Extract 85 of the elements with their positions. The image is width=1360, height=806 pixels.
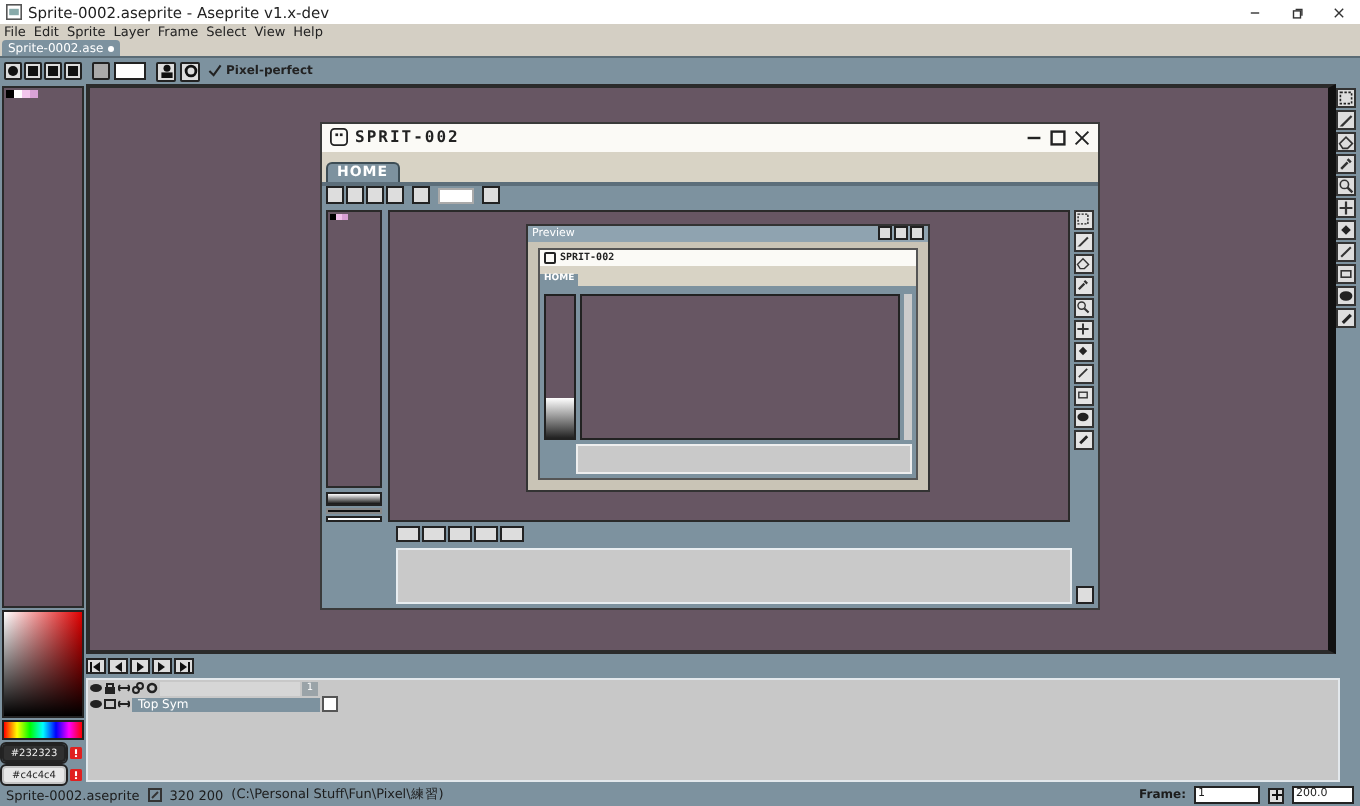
sprite-title: SPRIT-002 (355, 128, 460, 146)
toolbar-square (365, 186, 383, 204)
tool-button[interactable] (1336, 176, 1356, 196)
toolbar-square (325, 186, 343, 204)
hue-bar[interactable] (2, 720, 84, 740)
gradient-swatch (546, 397, 574, 437)
tool-button[interactable] (1336, 88, 1356, 108)
monitor-icon (544, 251, 556, 263)
palette-swatch[interactable] (22, 90, 30, 98)
skip-icon (156, 661, 168, 671)
toolbar-square (1075, 585, 1093, 603)
brush-type-button[interactable] (4, 62, 22, 80)
monitor-icon (329, 128, 347, 146)
rectangle-icon (1338, 266, 1354, 282)
bucket-icon (1076, 344, 1090, 358)
gear-icon (183, 64, 197, 78)
plus-icon (1271, 790, 1281, 800)
zoom-button[interactable] (1268, 787, 1284, 803)
tool-button[interactable] (1336, 220, 1356, 240)
playback-button[interactable] (174, 658, 194, 674)
pencil-icon (1076, 234, 1090, 248)
eyedropper-icon (1076, 278, 1090, 292)
playback-button[interactable] (108, 658, 128, 674)
gear-icon (146, 682, 158, 694)
link-icon (132, 682, 144, 694)
tool-button[interactable] (1336, 308, 1356, 328)
eyedropper-icon (1338, 156, 1354, 172)
play-icon (134, 661, 146, 671)
move-icon (1338, 200, 1354, 216)
eraser-icon (1338, 134, 1354, 150)
tool-button[interactable] (1336, 198, 1356, 218)
toolbar-square (385, 186, 403, 204)
skip-icon (178, 661, 190, 671)
bucket-icon (1338, 222, 1354, 238)
palette-swatch[interactable] (6, 90, 14, 98)
rectangle-icon (1076, 388, 1090, 402)
tool-button[interactable] (1336, 132, 1356, 152)
brush-icon (1338, 310, 1354, 326)
playback-button[interactable] (86, 658, 106, 674)
restore-icon[interactable] (1290, 5, 1304, 19)
brush-icon (1076, 432, 1090, 446)
blob-icon (1338, 288, 1354, 304)
playback-button[interactable] (152, 658, 172, 674)
maximize-icon (1049, 129, 1065, 145)
ink-button[interactable] (156, 61, 176, 81)
resize-icon (147, 788, 162, 802)
toolbar-square (345, 186, 363, 204)
size-field[interactable] (114, 62, 146, 80)
gradient-swatch (325, 491, 381, 507)
arrows-icon[interactable] (118, 698, 130, 710)
toolbar-square (411, 186, 429, 204)
palette-swatch[interactable] (14, 90, 22, 98)
marquee-icon (1076, 212, 1090, 226)
tool-button[interactable] (1336, 264, 1356, 284)
zoom-icon (1076, 300, 1090, 314)
tool-button[interactable] (1336, 242, 1356, 262)
close-icon (1073, 129, 1089, 145)
playback-button[interactable] (130, 658, 150, 674)
line-icon (1076, 366, 1090, 380)
palette-swatch[interactable] (30, 90, 38, 98)
close-icon[interactable] (1332, 5, 1346, 19)
color-picker[interactable] (2, 610, 84, 718)
move-icon (1076, 322, 1090, 336)
frame-cel[interactable] (322, 696, 338, 712)
blob-icon (1076, 410, 1090, 424)
eye-icon[interactable] (90, 698, 102, 710)
arrows-icon (118, 682, 130, 694)
line-icon (1338, 244, 1354, 260)
tool-button[interactable] (1336, 286, 1356, 306)
angle-button[interactable] (92, 62, 110, 80)
toolbar-field (437, 187, 473, 203)
figure-icon (159, 64, 173, 78)
eraser-icon (1076, 256, 1090, 270)
skip-icon (90, 661, 102, 671)
warning-icon[interactable] (70, 746, 82, 760)
warning-icon[interactable] (70, 768, 82, 782)
opacity-button[interactable] (180, 61, 200, 81)
toolbar-square (481, 186, 499, 204)
pencil-icon (1338, 112, 1354, 128)
zoom-icon (1338, 178, 1354, 194)
tool-button[interactable] (1336, 110, 1356, 130)
tool-button[interactable] (1336, 154, 1356, 174)
eye-icon (90, 682, 102, 694)
skip-icon (112, 661, 124, 671)
marquee-icon (1338, 90, 1354, 106)
